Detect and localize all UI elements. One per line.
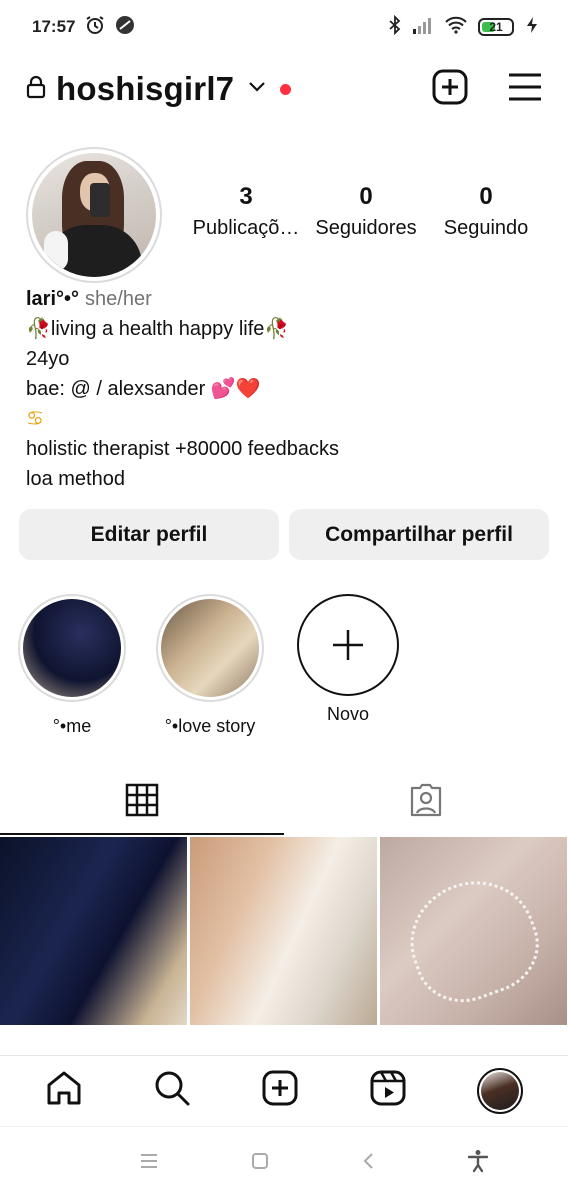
menu-icon[interactable] [508, 72, 542, 107]
tab-posts-grid[interactable] [0, 765, 284, 835]
profile-stats: 3 Publicaçõ… 0 Seguidores 0 Seguindo [186, 183, 546, 240]
stat-label: Seguindo [443, 217, 529, 239]
notification-dot [280, 83, 292, 95]
bio-line: 🥀living a health happy life🥀 [26, 318, 290, 340]
new-post-icon[interactable] [432, 69, 468, 110]
post-thumbnail[interactable] [380, 837, 567, 1025]
bluetooth-icon [388, 14, 402, 40]
stat-followers[interactable]: 0 Seguidores [306, 183, 426, 240]
stat-value: 0 [359, 183, 373, 210]
battery-icon: 21 [478, 18, 514, 36]
story-highlights: °•me °•love story Novo [18, 594, 402, 737]
status-time: 17:57 [32, 17, 76, 36]
profile-avatar-ring[interactable] [26, 147, 162, 283]
stat-posts[interactable]: 3 Publicaçõ… [186, 183, 306, 240]
lock-icon [26, 75, 46, 104]
post-thumbnail[interactable] [0, 837, 187, 1025]
stat-value: 3 [239, 183, 253, 210]
status-bar: 17:57 21 [0, 0, 568, 54]
highlight-ring [18, 594, 126, 702]
username: hoshisgirl7 [56, 70, 235, 107]
stat-label: Seguidores [315, 217, 417, 239]
profile-actions: Editar perfil Compartilhar perfil [19, 509, 549, 560]
home-icon[interactable] [45, 1069, 83, 1112]
highlight-label: °•love story [164, 716, 256, 736]
edit-profile-button[interactable]: Editar perfil [19, 509, 279, 560]
stat-label: Publicaçõ… [192, 217, 300, 239]
highlight-item[interactable]: °•love story [156, 594, 264, 737]
highlight-label: °•me [52, 716, 92, 736]
home-square-icon[interactable] [251, 1152, 269, 1175]
highlight-ring [297, 594, 399, 696]
grid-icon [125, 783, 159, 817]
display-name: lari°•° [26, 288, 80, 310]
alarm-icon [85, 15, 105, 40]
reels-icon[interactable] [369, 1069, 407, 1112]
tab-tagged[interactable] [284, 765, 568, 835]
bottom-navigation [0, 1055, 568, 1125]
system-navigation [0, 1126, 568, 1200]
bio-line: loa method [26, 468, 125, 490]
highlight-label: Novo [326, 704, 370, 724]
app-icon [115, 15, 135, 40]
new-highlight-button[interactable]: Novo [294, 594, 402, 737]
bio-line: bae: @ / alexsander 💕❤️ [26, 378, 261, 400]
wifi-icon [444, 16, 468, 39]
bio-name-row: lari°•° she/her [26, 284, 546, 314]
highlight-thumbnail [23, 599, 121, 697]
back-icon[interactable] [361, 1151, 375, 1176]
share-profile-button[interactable]: Compartilhar perfil [289, 509, 549, 560]
tagged-icon [410, 783, 442, 817]
plus-icon [333, 630, 363, 660]
battery-level: 21 [489, 20, 503, 34]
stat-value: 0 [479, 183, 493, 210]
profile-header: hoshisgirl7 [0, 60, 568, 118]
signal-icon [412, 16, 434, 39]
highlight-ring [156, 594, 264, 702]
stat-following[interactable]: 0 Seguindo [426, 183, 546, 240]
charging-icon [524, 16, 540, 39]
highlight-thumbnail [161, 599, 259, 697]
recents-icon[interactable] [139, 1152, 159, 1175]
profile-bio: lari°•° she/her 🥀living a health happy li… [26, 284, 546, 494]
bio-line: ♋ [26, 408, 44, 430]
post-thumbnail[interactable] [190, 837, 377, 1025]
profile-tabs [0, 765, 568, 835]
profile-avatar [32, 153, 156, 277]
profile-avatar[interactable] [477, 1067, 523, 1114]
posts-grid [0, 837, 568, 1025]
pronouns: she/her [85, 288, 152, 310]
bio-line: holistic therapist +80000 feedbacks [26, 438, 339, 460]
accessibility-icon[interactable] [467, 1149, 489, 1178]
search-icon[interactable] [153, 1069, 191, 1112]
bio-line: 24yo [26, 348, 70, 370]
create-icon[interactable] [261, 1069, 299, 1112]
account-switcher[interactable]: hoshisgirl7 [26, 70, 292, 108]
highlight-item[interactable]: °•me [18, 594, 126, 737]
chevron-down-icon [248, 80, 266, 98]
